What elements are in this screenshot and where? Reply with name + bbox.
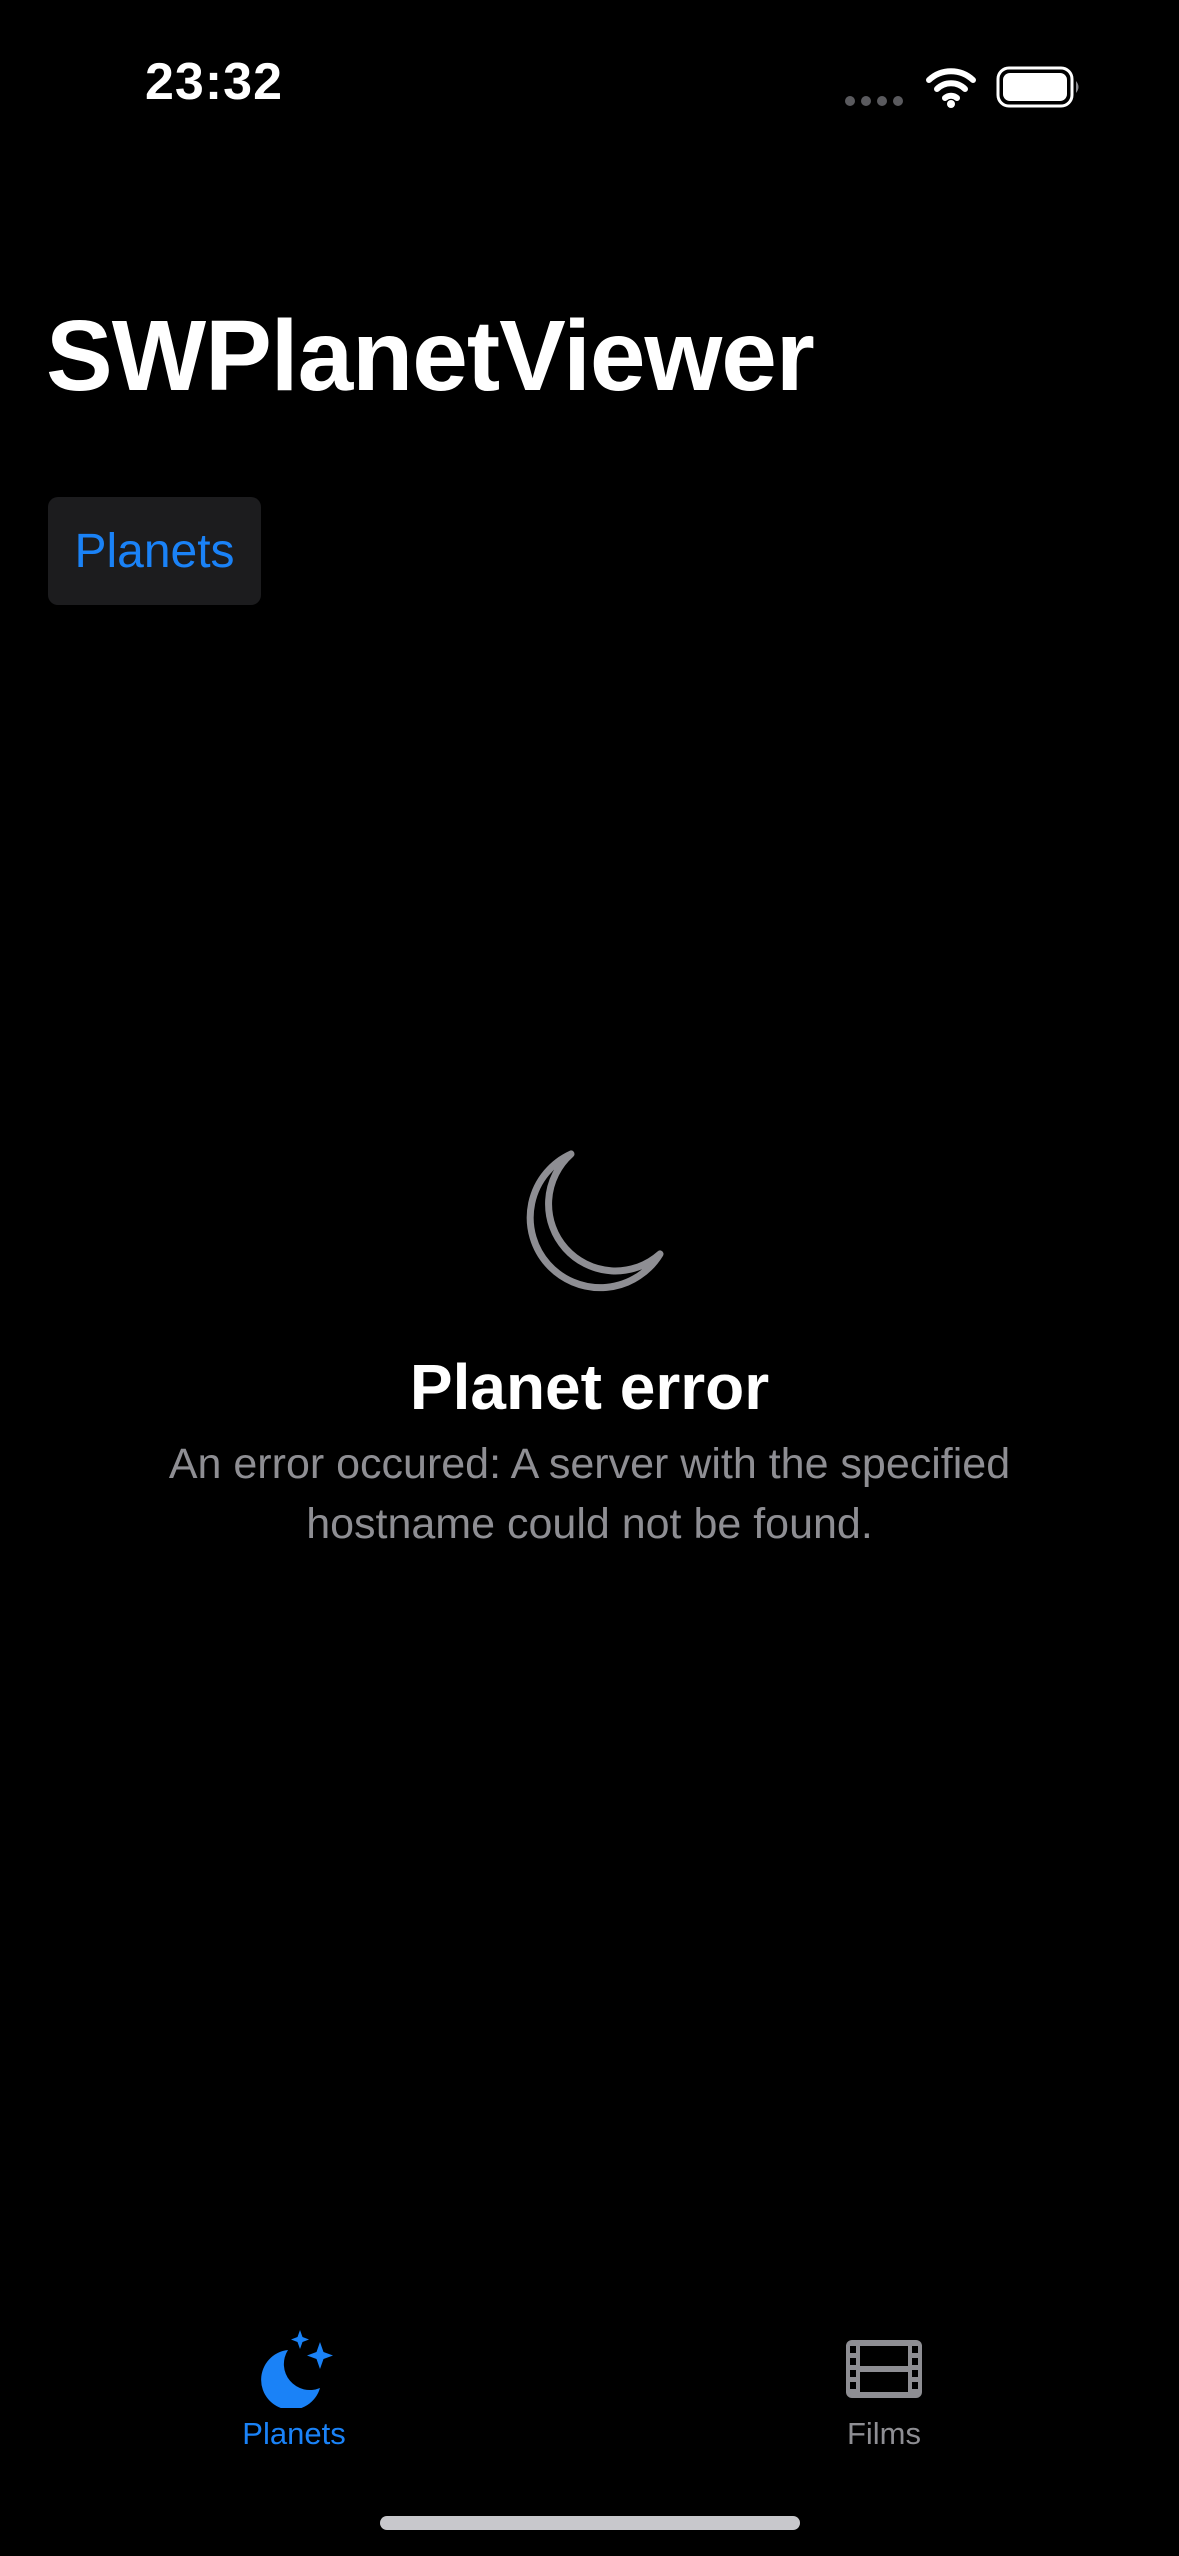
moon-icon	[526, 1150, 664, 1292]
battery-icon	[996, 66, 1079, 108]
planets-segment-button[interactable]: Planets	[48, 497, 261, 605]
status-time: 23:32	[145, 53, 283, 111]
moon-stars-icon	[261, 2330, 333, 2408]
cellular-dots-icon	[845, 96, 903, 106]
error-message: An error occured: A server with the spec…	[168, 1440, 1011, 1548]
error-title: Planet error	[409, 1351, 770, 1423]
tab-planets-label: Planets	[242, 2416, 346, 2451]
tab-planets[interactable]: Planets	[144, 2300, 444, 2460]
page-title: SWPlanetViewer	[46, 300, 815, 412]
tab-films-label: Films	[846, 2416, 922, 2451]
home-indicator[interactable]	[380, 2516, 800, 2530]
film-icon	[846, 2340, 922, 2398]
tab-films[interactable]: Films	[734, 2300, 1034, 2460]
status-bar: 23:32	[0, 0, 1179, 170]
wifi-icon	[926, 68, 976, 108]
